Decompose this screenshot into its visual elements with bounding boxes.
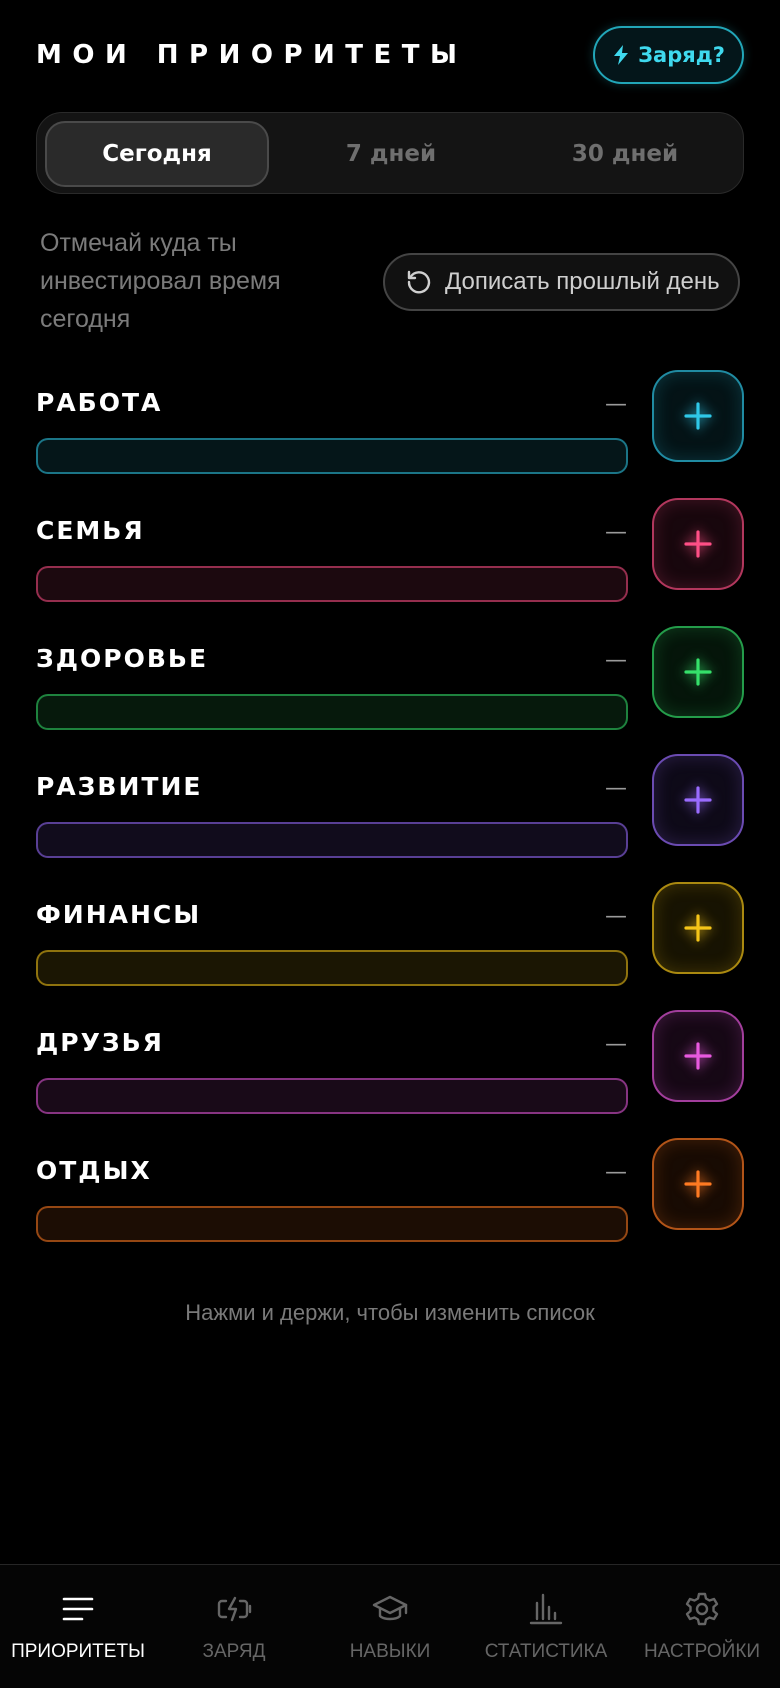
category-progress-bar bbox=[36, 950, 628, 986]
category-row-finance[interactable]: ФИНАНСЫ — bbox=[36, 882, 744, 992]
plus-icon bbox=[684, 658, 712, 686]
category-progress-bar bbox=[36, 1078, 628, 1114]
category-progress-bar bbox=[36, 694, 628, 730]
plus-icon bbox=[684, 402, 712, 430]
category-value: — bbox=[605, 520, 627, 545]
gear-icon bbox=[685, 1592, 719, 1626]
edit-list-hint: Нажми и держи, чтобы изменить список bbox=[185, 1300, 595, 1325]
category-progress-bar bbox=[36, 566, 628, 602]
category-row-friends[interactable]: ДРУЗЬЯ — bbox=[36, 1010, 744, 1120]
nav-label-settings: НАСТРОЙКИ bbox=[643, 1641, 761, 1662]
category-progress-bar bbox=[36, 822, 628, 858]
period-tabs: Сегодня 7 дней 30 дней bbox=[36, 112, 744, 194]
category-name: ОТДЫХ bbox=[36, 1156, 152, 1185]
nav-label-skills: НАВЫКИ bbox=[349, 1641, 431, 1662]
category-name: РАЗВИТИЕ bbox=[36, 772, 203, 801]
plus-icon bbox=[684, 786, 712, 814]
category-name: СЕМЬЯ bbox=[36, 516, 145, 545]
history-icon bbox=[407, 270, 431, 294]
category-row-family[interactable]: СЕМЬЯ — bbox=[36, 498, 744, 608]
add-time-button[interactable] bbox=[652, 1010, 744, 1102]
plus-icon bbox=[684, 1170, 712, 1198]
add-time-button[interactable] bbox=[652, 882, 744, 974]
nav-item-priorities[interactable]: ПРИОРИТЕТЫ bbox=[0, 1565, 156, 1688]
graduation-cap-icon bbox=[372, 1595, 408, 1621]
plus-icon bbox=[684, 530, 712, 558]
nav-label-charge: ЗАРЯД bbox=[202, 1641, 266, 1662]
category-value: — bbox=[605, 1032, 627, 1057]
tab-7-days[interactable]: 7 дней bbox=[279, 121, 503, 187]
nav-label-statistics: СТАТИСТИКА bbox=[484, 1641, 608, 1662]
category-value: — bbox=[605, 392, 627, 417]
header: МОИ ПРИОРИТЕТЫ Заряд? bbox=[36, 26, 744, 84]
add-time-button[interactable] bbox=[652, 1138, 744, 1230]
plus-icon bbox=[684, 914, 712, 942]
nav-item-charge[interactable]: ЗАРЯД bbox=[156, 1565, 312, 1688]
list-icon bbox=[62, 1597, 94, 1621]
bar-chart-icon bbox=[529, 1593, 563, 1625]
category-progress-bar bbox=[36, 438, 628, 474]
backfill-previous-day-button[interactable]: Дописать прошлый день bbox=[383, 253, 740, 311]
category-row-rest[interactable]: ОТДЫХ — bbox=[36, 1138, 744, 1248]
nav-label-priorities: ПРИОРИТЕТЫ bbox=[11, 1641, 145, 1662]
nav-item-skills[interactable]: НАВЫКИ bbox=[312, 1565, 468, 1688]
charge-button[interactable]: Заряд? bbox=[593, 26, 744, 84]
add-time-button[interactable] bbox=[652, 754, 744, 846]
category-name: ЗДОРОВЬЕ bbox=[36, 644, 209, 673]
add-time-button[interactable] bbox=[652, 626, 744, 718]
bottom-navigation: ПРИОРИТЕТЫ ЗАРЯД НАВЫКИ СТАТИСТИКА НАСТР… bbox=[0, 1564, 780, 1688]
category-name: ФИНАНСЫ bbox=[36, 900, 202, 929]
tab-today[interactable]: Сегодня bbox=[45, 121, 269, 187]
add-time-button[interactable] bbox=[652, 498, 744, 590]
category-row-work[interactable]: РАБОТА — bbox=[36, 370, 744, 480]
category-progress-bar bbox=[36, 1206, 628, 1242]
category-value: — bbox=[605, 1160, 627, 1185]
plus-icon bbox=[684, 1042, 712, 1070]
category-value: — bbox=[605, 648, 627, 673]
tab-30-days[interactable]: 30 дней bbox=[513, 121, 737, 187]
category-value: — bbox=[605, 904, 627, 929]
charge-button-label: Заряд? bbox=[638, 43, 725, 67]
page-title: МОИ ПРИОРИТЕТЫ bbox=[36, 40, 468, 70]
category-value: — bbox=[605, 776, 627, 801]
backfill-button-label: Дописать прошлый день bbox=[445, 268, 720, 295]
battery-charge-icon bbox=[217, 1596, 252, 1622]
category-name: РАБОТА bbox=[36, 388, 163, 417]
category-row-growth[interactable]: РАЗВИТИЕ — bbox=[36, 754, 744, 864]
lightning-icon bbox=[614, 45, 629, 65]
instruction-text: Отмечай куда ты инвестировал время сегод… bbox=[40, 229, 281, 333]
nav-item-settings[interactable]: НАСТРОЙКИ bbox=[624, 1565, 780, 1688]
category-name: ДРУЗЬЯ bbox=[36, 1028, 164, 1057]
category-row-health[interactable]: ЗДОРОВЬЕ — bbox=[36, 626, 744, 736]
nav-item-statistics[interactable]: СТАТИСТИКА bbox=[468, 1565, 624, 1688]
add-time-button[interactable] bbox=[652, 370, 744, 462]
